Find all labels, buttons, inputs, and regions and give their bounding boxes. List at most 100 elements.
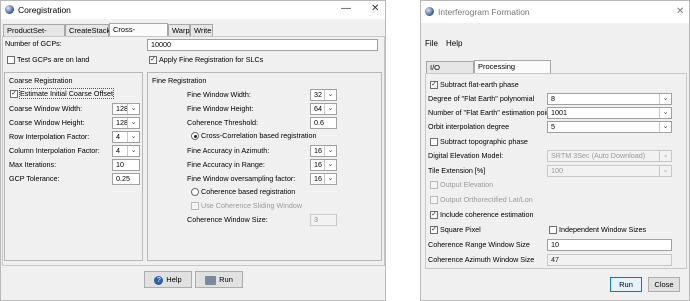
tile-extension-value: 100 <box>551 166 563 175</box>
app-icon <box>425 7 434 16</box>
close-icon[interactable]: ✕ <box>676 6 684 17</box>
oversampling-label: Fine Window oversampling factor: <box>187 174 296 183</box>
chevron-down-icon: ⌄ <box>659 122 671 132</box>
tab-warp[interactable]: Warp <box>168 24 190 36</box>
coherence-azimuth-label: Coherence Azimuth Window Size <box>428 255 535 264</box>
tab-write[interactable]: Write <box>190 24 213 36</box>
output-ortho-checkbox[interactable] <box>430 196 438 204</box>
close-button[interactable]: Close <box>648 277 680 292</box>
max-iterations-label: Max Iterations: <box>9 160 57 169</box>
run-icon <box>205 275 217 285</box>
accuracy-range-dropdown[interactable]: 16 ⌄ <box>310 159 337 171</box>
row-interp-label: Row Interpolation Factor: <box>9 132 90 141</box>
menu-file[interactable]: File <box>425 39 438 48</box>
interferogram-window: Interferogram Formation ✕ File Help I/O … <box>420 0 690 301</box>
orbit-degree-label: Orbit interpolation degree <box>428 122 510 131</box>
output-elevation-checkbox[interactable] <box>430 181 438 189</box>
tile-extension-dropdown[interactable]: 100 ⌄ <box>547 165 672 177</box>
dem-label: Digital Elevation Model: <box>428 151 504 160</box>
tab-cross-correlation[interactable]: Cross-Correlation <box>109 23 168 46</box>
tab-productset-reader[interactable]: ProductSet-Reader <box>3 24 65 47</box>
tab-io-parameters[interactable]: I/O Parameters <box>426 61 474 84</box>
chevron-down-icon: ⌄ <box>659 108 671 118</box>
chevron-down-icon: ⌄ <box>324 160 336 170</box>
chevron-down-icon: ⌄ <box>659 166 671 176</box>
independent-window-checkbox[interactable] <box>549 226 557 234</box>
menu-help[interactable]: Help <box>446 39 462 48</box>
chevron-down-icon: ⌄ <box>324 174 336 184</box>
accuracy-azimuth-label: Fine Accuracy in Azimuth: <box>187 146 270 155</box>
coherence-registration-label: Coherence based registration <box>201 187 296 196</box>
chevron-down-icon: ⌄ <box>324 104 336 114</box>
apply-fine-checkbox[interactable]: ✓ <box>149 56 157 64</box>
coherence-window-size-label: Coherence Window Size: <box>187 215 268 224</box>
degree-dropdown[interactable]: 8 ⌄ <box>547 93 672 105</box>
oversampling-dropdown[interactable]: 16 ⌄ <box>310 173 337 185</box>
tab-processing-parameters[interactable]: Processing Parameters <box>474 60 551 83</box>
run-button[interactable]: Run <box>195 271 243 288</box>
xcorr-registration-radio[interactable] <box>191 132 199 140</box>
coherence-threshold-input[interactable]: 0.6 <box>310 117 337 129</box>
fine-window-width-value: 32 <box>314 90 322 99</box>
subtract-flat-checkbox[interactable]: ✓ <box>430 81 438 89</box>
include-coherence-checkbox[interactable]: ✓ <box>430 211 438 219</box>
coherence-range-input[interactable]: 10 <box>547 239 672 251</box>
coherence-registration-radio[interactable] <box>191 188 199 196</box>
minimize-icon[interactable]: — <box>341 3 351 14</box>
num-gcps-input[interactable]: 10000 <box>147 39 378 51</box>
fine-window-width-dropdown[interactable]: 32 ⌄ <box>310 89 337 101</box>
chevron-down-icon: ⌄ <box>127 132 139 142</box>
col-interp-dropdown[interactable]: 4 ⌄ <box>112 145 140 157</box>
estimate-coarse-checkbox[interactable]: ✓ <box>10 90 18 98</box>
accuracy-range-value: 16 <box>314 160 322 169</box>
accuracy-azimuth-dropdown[interactable]: 16 ⌄ <box>310 145 337 157</box>
apply-fine-label: Apply Fine Registration for SLCs <box>159 55 264 64</box>
degree-value: 8 <box>551 94 555 103</box>
run-button[interactable]: Run <box>610 277 642 292</box>
dem-dropdown[interactable]: SRTM 3Sec (Auto Download) ⌄ <box>547 150 672 162</box>
degree-label: Degree of "Flat Earth" polynomial <box>428 94 535 103</box>
coherence-range-label: Coherence Range Window Size <box>428 240 530 249</box>
help-button-label: Help <box>166 275 182 284</box>
row-interp-value: 4 <box>116 132 120 141</box>
subtract-topo-checkbox[interactable] <box>430 138 438 146</box>
gcp-tolerance-input[interactable]: 0.25 <box>112 173 140 185</box>
sliding-window-label: Use Coherence Sliding Window <box>201 201 303 210</box>
tab-createstack[interactable]: CreateStack <box>65 24 110 36</box>
chevron-down-icon: ⌄ <box>659 94 671 104</box>
square-pixel-label: Square Pixel <box>440 225 481 234</box>
chevron-down-icon: ⌄ <box>127 146 139 156</box>
num-points-label: Number of "Flat Earth" estimation points <box>428 108 556 117</box>
subtract-topo-label: Subtract topographic phase <box>440 137 528 146</box>
close-icon[interactable]: ✕ <box>371 3 379 14</box>
dem-value: SRTM 3Sec (Auto Download) <box>551 151 646 160</box>
num-points-dropdown[interactable]: 1001 ⌄ <box>547 107 672 119</box>
include-coherence-label: Include coherence estimation <box>440 210 534 219</box>
square-pixel-checkbox[interactable]: ✓ <box>430 226 438 234</box>
subtract-flat-label: Subtract flat-earth phase <box>440 80 519 89</box>
xcorr-registration-label: Cross-Correlation based registration <box>201 131 317 140</box>
col-interp-label: Column Interpolation Factor: <box>9 146 100 155</box>
row-interp-dropdown[interactable]: 4 ⌄ <box>112 131 140 143</box>
coarse-window-height-dropdown[interactable]: 128 ⌄ <box>112 117 140 129</box>
coherence-window-size-input[interactable]: 3 <box>310 214 337 226</box>
num-gcps-label: Number of GCPs: <box>5 39 62 48</box>
orbit-degree-dropdown[interactable]: 5 ⌄ <box>547 121 672 133</box>
coherence-threshold-label: Coherence Threshold: <box>187 118 258 127</box>
test-gcps-checkbox[interactable] <box>7 56 15 64</box>
tile-extension-label: Tile Extension [%] <box>428 166 486 175</box>
coarse-window-width-dropdown[interactable]: 128 ⌄ <box>112 103 140 115</box>
estimate-coarse-label: Estimate Initial Coarse Offset <box>19 88 114 99</box>
sliding-window-checkbox[interactable] <box>191 202 199 210</box>
run-button-label: Run <box>219 275 233 284</box>
help-button[interactable]: ? Help <box>144 271 192 288</box>
coherence-azimuth-input[interactable]: 47 <box>547 254 672 266</box>
window-title: Coregistration <box>18 5 71 15</box>
max-iterations-input[interactable]: 10 <box>112 159 140 171</box>
num-points-value: 1001 <box>551 108 567 117</box>
fine-window-height-dropdown[interactable]: 64 ⌄ <box>310 103 337 115</box>
accuracy-azimuth-value: 16 <box>314 146 322 155</box>
output-elevation-label: Output Elevation <box>440 180 494 189</box>
fine-window-height-label: Fine Window Height: <box>187 104 254 113</box>
fine-registration-title: Fine Registration <box>152 76 207 85</box>
